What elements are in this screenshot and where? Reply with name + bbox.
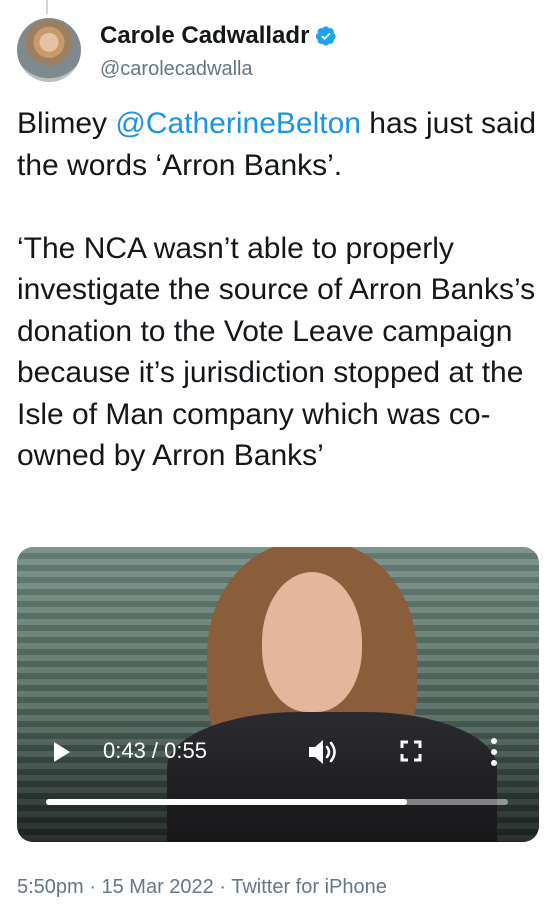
verified-badge-icon: [316, 26, 337, 46]
tweet-header: Carole Cadwalladr @carolecadwalla: [17, 18, 337, 82]
video-controls: 0:43 / 0:55: [17, 727, 539, 777]
video-player[interactable]: 0:43 / 0:55: [17, 547, 539, 842]
tweet-text-segment: Blimey: [17, 107, 116, 140]
author-names: Carole Cadwalladr @carolecadwalla: [100, 22, 337, 81]
display-name-row: Carole Cadwalladr: [100, 22, 337, 50]
video-frame-face: [262, 572, 362, 712]
volume-icon[interactable]: [307, 737, 339, 767]
meta-separator: ·: [83, 876, 102, 898]
video-time-label: 0:43 / 0:55: [103, 738, 207, 763]
more-vertical-icon[interactable]: [489, 737, 499, 767]
avatar[interactable]: [17, 18, 81, 82]
video-progress-fill: [46, 799, 408, 805]
mention-link[interactable]: @CatherineBelton: [115, 107, 361, 140]
tweet-text-segment: has just said the words ‘Arron Banks’. ‘…: [17, 107, 537, 472]
display-name[interactable]: Carole Cadwalladr: [100, 22, 309, 50]
play-icon[interactable]: [49, 740, 73, 764]
tweet-date[interactable]: 15 Mar 2022: [102, 876, 214, 898]
tweet-source[interactable]: Twitter for iPhone: [231, 876, 387, 898]
video-progress-bar[interactable]: [46, 799, 508, 805]
handle[interactable]: @carolecadwalla: [100, 58, 337, 81]
tweet-meta: 5:50pm · 15 Mar 2022 · Twitter for iPhon…: [17, 876, 387, 899]
thread-connector-line: [46, 0, 48, 14]
tweet-time[interactable]: 5:50pm: [17, 876, 84, 898]
tweet-text: Blimey @CatherineBelton has just said th…: [17, 103, 547, 477]
meta-separator: ·: [213, 876, 232, 898]
fullscreen-icon[interactable]: [399, 739, 423, 763]
